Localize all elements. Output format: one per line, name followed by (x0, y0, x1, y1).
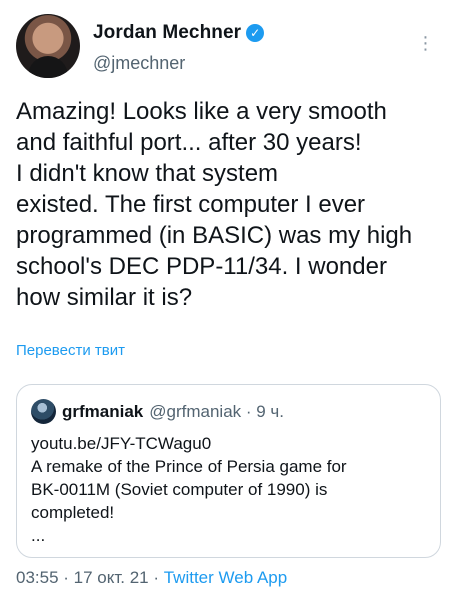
tweet-header: Jordan Mechner ✓ @jmechner ⋮ (16, 14, 436, 84)
more-options-icon[interactable]: ⋮ (416, 29, 436, 57)
quoted-author-avatar[interactable] (31, 399, 56, 424)
author-display-name[interactable]: Jordan Mechner (93, 22, 241, 44)
quoted-tweet-header: grfmaniak @grfmaniak · 9 ч. (31, 399, 284, 424)
author-avatar[interactable] (16, 14, 80, 78)
tweet-footer: 03:55 · 17 окт. 21 · Twitter Web App (16, 568, 287, 588)
author-handle[interactable]: @jmechner (93, 53, 185, 74)
tweet-time-date[interactable]: 03:55 · 17 окт. 21 · (16, 568, 164, 587)
author-name-row[interactable]: Jordan Mechner ✓ (93, 22, 265, 44)
tweet-text: Amazing! Looks like a very smooth and fa… (16, 98, 413, 311)
quoted-author-display-name[interactable]: grfmaniak (62, 402, 143, 422)
tweet-source-link[interactable]: Twitter Web App (164, 568, 287, 587)
verified-badge-icon: ✓ (246, 24, 265, 42)
quoted-tweet-text: youtu.be/JFY-TCWagu0 A remake of the Pri… (31, 434, 347, 545)
translate-tweet-link[interactable]: Перевести твит (16, 342, 125, 359)
quoted-tweet-card[interactable]: grfmaniak @grfmaniak · 9 ч. youtu.be/JFY… (16, 384, 441, 558)
quoted-tweet-meta: @grfmaniak · 9 ч. (149, 401, 285, 421)
